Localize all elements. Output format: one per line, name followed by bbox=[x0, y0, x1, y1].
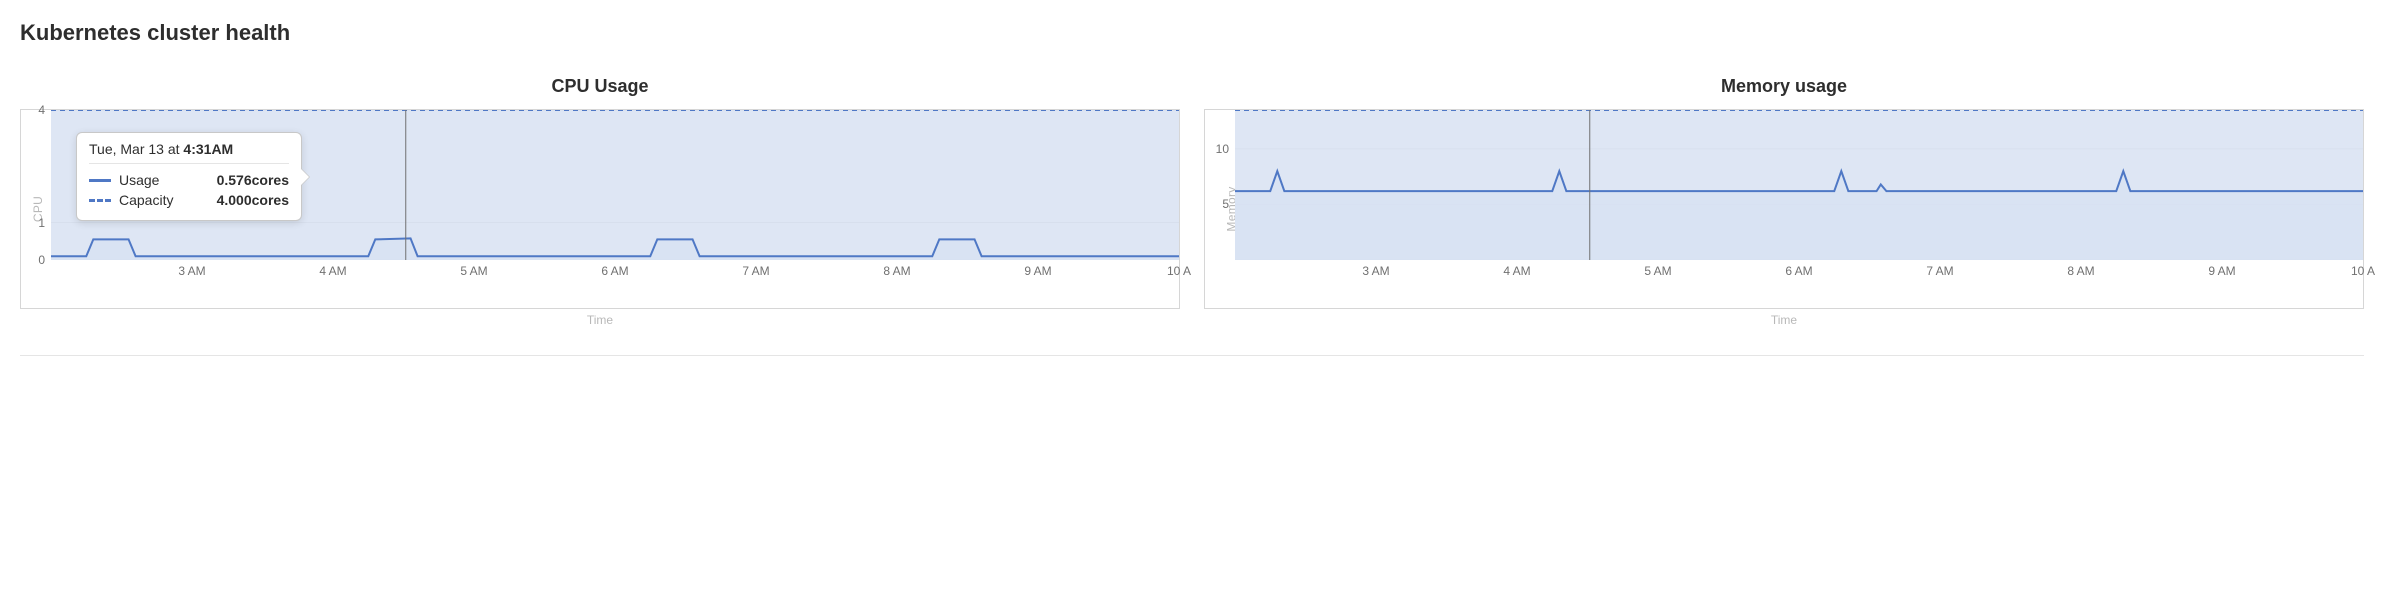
tooltip-row-usage: Usage 0.576cores bbox=[89, 170, 289, 190]
x-tick: 6 AM bbox=[1785, 264, 1812, 278]
cpu-chart-panel: CPU Usage CPU 014 3 AM4 AM5 AM6 AM7 AM8 … bbox=[20, 76, 1180, 327]
tooltip-usage-value: 0.576cores bbox=[217, 172, 289, 188]
memory-chart-title: Memory usage bbox=[1204, 76, 2364, 97]
tooltip-date: Tue, Mar 13 at bbox=[89, 141, 183, 157]
memory-chart-panel: Memory usage Memory 510 3 AM4 AM5 AM6 AM… bbox=[1204, 76, 2364, 327]
memory-x-ticks: 3 AM4 AM5 AM6 AM7 AM8 AM9 AM10 A bbox=[1235, 260, 2363, 282]
tooltip-capacity-label: Capacity bbox=[119, 192, 209, 208]
cpu-chart-title: CPU Usage bbox=[20, 76, 1180, 97]
x-tick: 4 AM bbox=[319, 264, 346, 278]
chart-svg bbox=[1235, 110, 2363, 260]
y-tick: 0 bbox=[38, 253, 45, 267]
tooltip-row-capacity: Capacity 4.000cores bbox=[89, 190, 289, 210]
chart-tooltip: Tue, Mar 13 at 4:31AM Usage 0.576cores C… bbox=[76, 132, 302, 221]
tooltip-time: 4:31AM bbox=[183, 141, 233, 157]
x-tick: 8 AM bbox=[2067, 264, 2094, 278]
x-tick: 3 AM bbox=[178, 264, 205, 278]
x-tick: 4 AM bbox=[1503, 264, 1530, 278]
tooltip-capacity-value: 4.000cores bbox=[217, 192, 289, 208]
dashed-line-icon bbox=[89, 199, 111, 202]
x-tick: 8 AM bbox=[883, 264, 910, 278]
y-tick: 4 bbox=[38, 103, 45, 117]
memory-plot-area[interactable]: 510 bbox=[1235, 110, 2363, 260]
y-tick: 1 bbox=[38, 216, 45, 230]
x-tick: 7 AM bbox=[1926, 264, 1953, 278]
x-tick: 9 AM bbox=[2208, 264, 2235, 278]
x-tick: 9 AM bbox=[1024, 264, 1051, 278]
y-tick: 5 bbox=[1222, 197, 1229, 211]
charts-row: CPU Usage CPU 014 3 AM4 AM5 AM6 AM7 AM8 … bbox=[20, 76, 2364, 356]
x-tick: 10 A bbox=[2351, 264, 2375, 278]
memory-x-axis-label: Time bbox=[1204, 313, 2364, 327]
x-tick: 6 AM bbox=[601, 264, 628, 278]
tooltip-header: Tue, Mar 13 at 4:31AM bbox=[89, 141, 289, 164]
cpu-x-axis-label: Time bbox=[20, 313, 1180, 327]
y-tick: 10 bbox=[1216, 142, 1229, 156]
x-tick: 10 A bbox=[1167, 264, 1191, 278]
section-title: Kubernetes cluster health bbox=[20, 20, 2364, 46]
tooltip-usage-label: Usage bbox=[119, 172, 209, 188]
solid-line-icon bbox=[89, 179, 111, 182]
x-tick: 5 AM bbox=[460, 264, 487, 278]
x-tick: 5 AM bbox=[1644, 264, 1671, 278]
x-tick: 7 AM bbox=[742, 264, 769, 278]
cpu-x-ticks: 3 AM4 AM5 AM6 AM7 AM8 AM9 AM10 A bbox=[51, 260, 1179, 282]
x-tick: 3 AM bbox=[1362, 264, 1389, 278]
memory-chart-frame[interactable]: Memory 510 3 AM4 AM5 AM6 AM7 AM8 AM9 AM1… bbox=[1204, 109, 2364, 309]
